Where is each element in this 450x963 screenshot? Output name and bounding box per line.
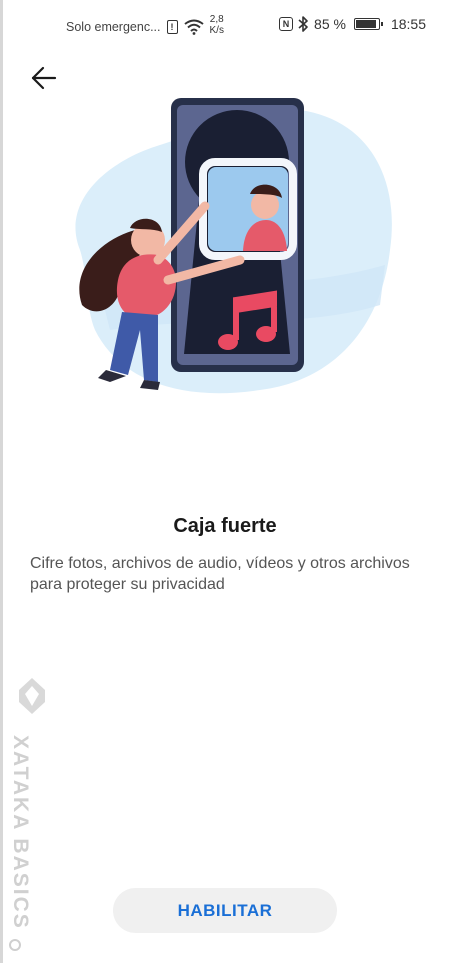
network-speed-unit: K/s (209, 25, 224, 36)
xataka-logo-icon (19, 678, 45, 714)
battery-percent: 85 % (314, 16, 346, 32)
clock: 18:55 (390, 16, 426, 32)
bluetooth-icon (298, 16, 308, 32)
battery-fill (355, 20, 377, 28)
sim-alert-icon: ! (166, 20, 178, 34)
left-edge-line (0, 0, 3, 963)
watermark-dot-icon (9, 939, 21, 951)
network-speed-value: 2,8 (209, 14, 224, 25)
enable-button[interactable]: HABILITAR (113, 888, 337, 933)
battery-icon (353, 18, 383, 30)
network-speed: 2,8 K/s (210, 14, 224, 36)
wifi-icon (183, 19, 204, 35)
nfc-icon: N (279, 17, 294, 31)
safe-illustration (75, 98, 392, 394)
watermark-text: XATAKA BASICS (9, 735, 32, 930)
status-bar: Solo emergenc... ! 2,8 K/s N 85 % 18:55 (0, 0, 450, 52)
page-title: Caja fuerte (173, 515, 277, 537)
arrow-left-icon (31, 66, 57, 90)
feature-description: Cifre fotos, archivos de audio, vídeos y… (30, 555, 410, 593)
carrier-label: Solo emergenc... (66, 20, 161, 34)
status-right: N 85 % 18:55 (279, 16, 426, 32)
status-left: Solo emergenc... ! 2,8 K/s (66, 14, 224, 36)
